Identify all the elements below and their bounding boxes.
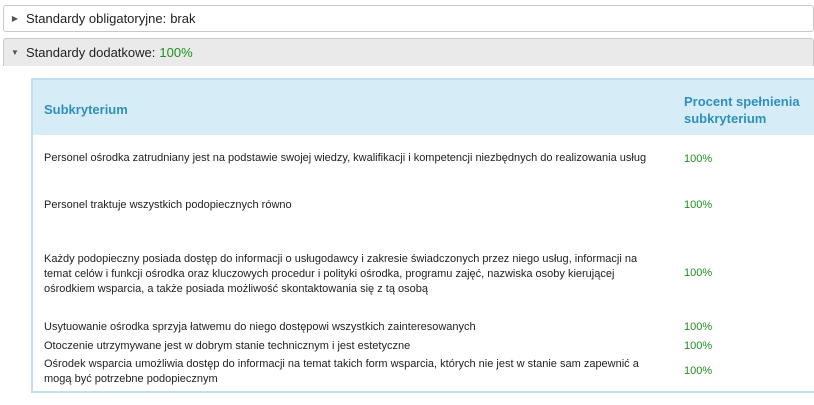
section-value: 100% — [159, 45, 193, 60]
section-value: brak — [170, 11, 196, 26]
column-header-percent-line1: Procent spełnienia — [684, 94, 800, 109]
criterion-line: Personel ośrodka zatrudniany jest na pod… — [44, 152, 647, 164]
accordion-header[interactable]: ▼ Standardy dodatkowe: 100% — [4, 39, 813, 66]
criterion-text: Personel traktuje wszystkich podopieczny… — [44, 198, 654, 213]
accordion-additional-standards[interactable]: ▼ Standardy dodatkowe: 100% — [3, 38, 814, 66]
table-header: Subkryterium Procent spełnienia subkryte… — [33, 80, 814, 135]
criterion-text: Każdy podopieczny posiada dostęp do info… — [44, 252, 654, 297]
criterion-value: 100% — [684, 340, 713, 352]
criterion-line: Personel traktuje wszystkich podopieczny… — [44, 199, 292, 211]
chevron-down-icon: ▼ — [11, 48, 19, 57]
chevron-right-icon: ▶ — [11, 14, 19, 23]
section-title: Standardy dodatkowe: — [26, 45, 156, 60]
criterion-line: temat celów i funkcji ośrodka oraz klucz… — [44, 268, 615, 280]
column-header-percent: Procent spełnienia subkryterium — [684, 93, 804, 127]
criterion-text: Otoczenie utrzymywane jest w dobrym stan… — [44, 339, 654, 354]
column-header-percent-line2: subkryterium — [684, 111, 767, 126]
accordion-mandatory-standards[interactable]: ▶ Standardy obligatoryjne: brak — [3, 5, 814, 32]
section-title: Standardy obligatoryjne: — [26, 11, 167, 26]
criterion-value: 100% — [684, 153, 713, 165]
criterion-line: Usytuowanie ośrodka sprzyja łatwemu do n… — [44, 321, 476, 333]
criterion-line: ośrodkiem wsparcia, a także posiada możl… — [44, 283, 428, 295]
subcriteria-table: Subkryterium Procent spełnienia subkryte… — [31, 78, 814, 393]
accordion-header[interactable]: ▶ Standardy obligatoryjne: brak — [4, 6, 813, 31]
criterion-line: Każdy podopieczny posiada dostęp do info… — [44, 253, 638, 265]
criterion-value: 100% — [684, 365, 713, 377]
column-header-subcriterion: Subkryterium — [44, 102, 128, 117]
criterion-text: Ośrodek wsparcia umożliwia dostęp do inf… — [44, 357, 654, 387]
criterion-text: Personel ośrodka zatrudniany jest na pod… — [44, 151, 654, 166]
criterion-line: Ośrodek wsparcia umożliwia dostęp do inf… — [44, 358, 639, 370]
criterion-value: 100% — [684, 267, 713, 279]
criterion-text: Usytuowanie ośrodka sprzyja łatwemu do n… — [44, 320, 654, 335]
criterion-line: Otoczenie utrzymywane jest w dobrym stan… — [44, 340, 411, 352]
criterion-value: 100% — [684, 321, 713, 333]
criterion-value: 100% — [684, 199, 713, 211]
criterion-line: mogą być potrzebne podopiecznym — [44, 373, 218, 385]
